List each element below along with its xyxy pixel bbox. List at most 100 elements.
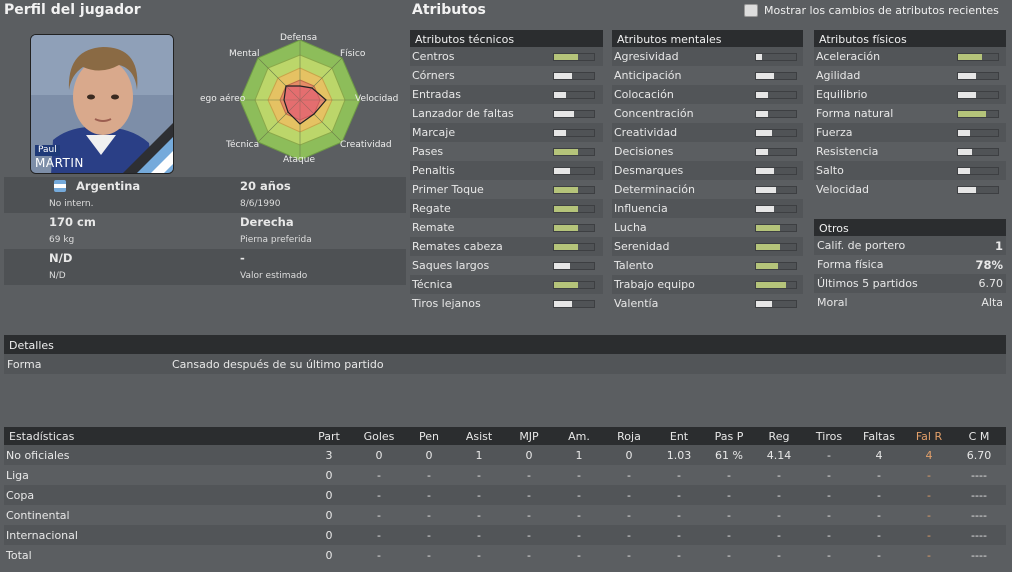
attribute-row-salto[interactable]: Salto bbox=[814, 161, 1006, 180]
attribute-row-entradas[interactable]: Entradas bbox=[410, 85, 603, 104]
attribute-row-forma-natural[interactable]: Forma natural bbox=[814, 104, 1006, 123]
attribute-row-determinacion[interactable]: Determinación bbox=[612, 180, 803, 199]
attribute-bar-fill bbox=[756, 149, 768, 155]
column-header-goles[interactable]: Goles bbox=[354, 430, 404, 443]
attribute-label: Serenidad bbox=[614, 240, 670, 253]
attribute-bar-fill bbox=[958, 149, 972, 155]
attribute-label: Lanzador de faltas bbox=[412, 107, 514, 120]
attribute-bar-fill bbox=[756, 54, 762, 60]
attribute-row-aceleracion[interactable]: Aceleración bbox=[814, 47, 1006, 66]
column-header-ent[interactable]: Ent bbox=[654, 430, 704, 443]
column-header-fal-r[interactable]: Fal R bbox=[904, 430, 954, 443]
attribute-bar-fill bbox=[756, 187, 776, 193]
column-header-mjp[interactable]: MJP bbox=[504, 430, 554, 443]
attribute-row-corners[interactable]: Córners bbox=[410, 66, 603, 85]
attribute-row-fuerza[interactable]: Fuerza bbox=[814, 123, 1006, 142]
others-label: Calif. de portero bbox=[817, 239, 906, 252]
attribute-row-colocacion[interactable]: Colocación bbox=[612, 85, 803, 104]
attribute-bar-fill bbox=[554, 206, 578, 212]
table-cell: 4 bbox=[925, 448, 933, 462]
attribute-bar bbox=[755, 91, 797, 99]
attribute-row-saques-largos[interactable]: Saques largos bbox=[410, 256, 603, 275]
table-cell: - bbox=[427, 508, 431, 522]
attribute-label: Forma natural bbox=[816, 107, 894, 120]
attribute-radar: Defensa Físico Velocidad Creatividad Ata… bbox=[196, 28, 406, 170]
attribute-row-remate[interactable]: Remate bbox=[410, 218, 603, 237]
attribute-row-concentracion[interactable]: Concentración bbox=[612, 104, 803, 123]
attribute-row-tecnica[interactable]: Técnica bbox=[410, 275, 603, 294]
attribute-row-marcaje[interactable]: Marcaje bbox=[410, 123, 603, 142]
attribute-row-pases[interactable]: Pases bbox=[410, 142, 603, 161]
attribute-label: Valentía bbox=[614, 297, 659, 310]
attribute-bar-fill bbox=[554, 92, 566, 98]
attribute-row-lucha[interactable]: Lucha bbox=[612, 218, 803, 237]
attribute-label: Remate bbox=[412, 221, 455, 234]
attribute-row-trabajo-equipo[interactable]: Trabajo equipo bbox=[612, 275, 803, 294]
column-header-am[interactable]: Am. bbox=[554, 430, 604, 443]
attribute-bar bbox=[755, 262, 797, 270]
attribute-row-remates-cabeza[interactable]: Remates cabeza bbox=[410, 237, 603, 256]
attribute-label: Creatividad bbox=[614, 126, 678, 139]
attribute-row-agresividad[interactable]: Agresividad bbox=[612, 47, 803, 66]
attribute-bar bbox=[553, 243, 595, 251]
attribute-row-valentia[interactable]: Valentía bbox=[612, 294, 803, 313]
radar-label-tecnica: Técnica bbox=[226, 140, 260, 150]
attribute-row-talento[interactable]: Talento bbox=[612, 256, 803, 275]
column-header-part[interactable]: Part bbox=[304, 430, 354, 443]
attribute-row-anticipacion[interactable]: Anticipación bbox=[612, 66, 803, 85]
attribute-label: Fuerza bbox=[816, 126, 853, 139]
attribute-row-resistencia[interactable]: Resistencia bbox=[814, 142, 1006, 161]
attribute-label: Velocidad bbox=[816, 183, 870, 196]
attribute-row-equilibrio[interactable]: Equilibrio bbox=[814, 85, 1006, 104]
row-label: Total bbox=[6, 548, 32, 562]
attribute-bar-fill bbox=[554, 187, 578, 193]
attribute-row-lanzador-de-faltas[interactable]: Lanzador de faltas bbox=[410, 104, 603, 123]
table-cell: - bbox=[927, 528, 931, 542]
mental-attributes-title: Atributos mentales bbox=[612, 30, 803, 47]
column-header-asist[interactable]: Asist bbox=[454, 430, 504, 443]
table-cell: - bbox=[577, 548, 581, 562]
attribute-bar bbox=[957, 53, 999, 61]
others-row: Últimos 5 partidos 6.70 bbox=[814, 274, 1006, 293]
table-cell: - bbox=[377, 508, 381, 522]
table-cell: - bbox=[677, 508, 681, 522]
attribute-row-agilidad[interactable]: Agilidad bbox=[814, 66, 1006, 85]
technical-attributes-list: Centros Córners Entradas Lanzador de faltas… bbox=[410, 47, 603, 313]
others-label: Forma física bbox=[817, 258, 884, 271]
attribute-row-influencia[interactable]: Influencia bbox=[612, 199, 803, 218]
column-header-pas-p[interactable]: Pas P bbox=[704, 430, 754, 443]
attribute-bar-fill bbox=[554, 301, 572, 307]
physical-attributes-title: Atributos físicos bbox=[814, 30, 1006, 47]
attribute-bar-fill bbox=[958, 54, 982, 60]
table-cell: - bbox=[777, 528, 781, 542]
attribute-row-decisiones[interactable]: Decisiones bbox=[612, 142, 803, 161]
show-changes-label[interactable]: Mostrar los cambios de atributos recient… bbox=[764, 4, 999, 17]
attribute-row-centros[interactable]: Centros bbox=[410, 47, 603, 66]
table-cell: - bbox=[727, 508, 731, 522]
attribute-bar-fill bbox=[756, 301, 772, 307]
attribute-bar bbox=[755, 224, 797, 232]
page-title: Perfil del jugador bbox=[4, 2, 141, 18]
estimated-value: - bbox=[240, 251, 245, 265]
table-cell: - bbox=[377, 468, 381, 482]
attribute-row-velocidad[interactable]: Velocidad bbox=[814, 180, 1006, 199]
attribute-row-penaltis[interactable]: Penaltis bbox=[410, 161, 603, 180]
attribute-bar-fill bbox=[554, 244, 578, 250]
attribute-row-creatividad[interactable]: Creatividad bbox=[612, 123, 803, 142]
attribute-row-primer-toque[interactable]: Primer Toque bbox=[410, 180, 603, 199]
column-header-pen[interactable]: Pen bbox=[404, 430, 454, 443]
attribute-row-desmarques[interactable]: Desmarques bbox=[612, 161, 803, 180]
attribute-row-tiros-lejanos[interactable]: Tiros lejanos bbox=[410, 294, 603, 313]
column-header-roja[interactable]: Roja bbox=[604, 430, 654, 443]
column-header-reg[interactable]: Reg bbox=[754, 430, 804, 443]
table-cell: - bbox=[727, 548, 731, 562]
attribute-row-regate[interactable]: Regate bbox=[410, 199, 603, 218]
attribute-bar-fill bbox=[756, 73, 774, 79]
attribute-row-serenidad[interactable]: Serenidad bbox=[612, 237, 803, 256]
row-label: Internacional bbox=[6, 528, 78, 542]
column-header-faltas[interactable]: Faltas bbox=[854, 430, 904, 443]
attribute-label: Decisiones bbox=[614, 145, 674, 158]
column-header-tiros[interactable]: Tiros bbox=[804, 430, 854, 443]
column-header-c-m[interactable]: C M bbox=[954, 430, 1004, 443]
show-changes-checkbox[interactable] bbox=[744, 4, 758, 17]
